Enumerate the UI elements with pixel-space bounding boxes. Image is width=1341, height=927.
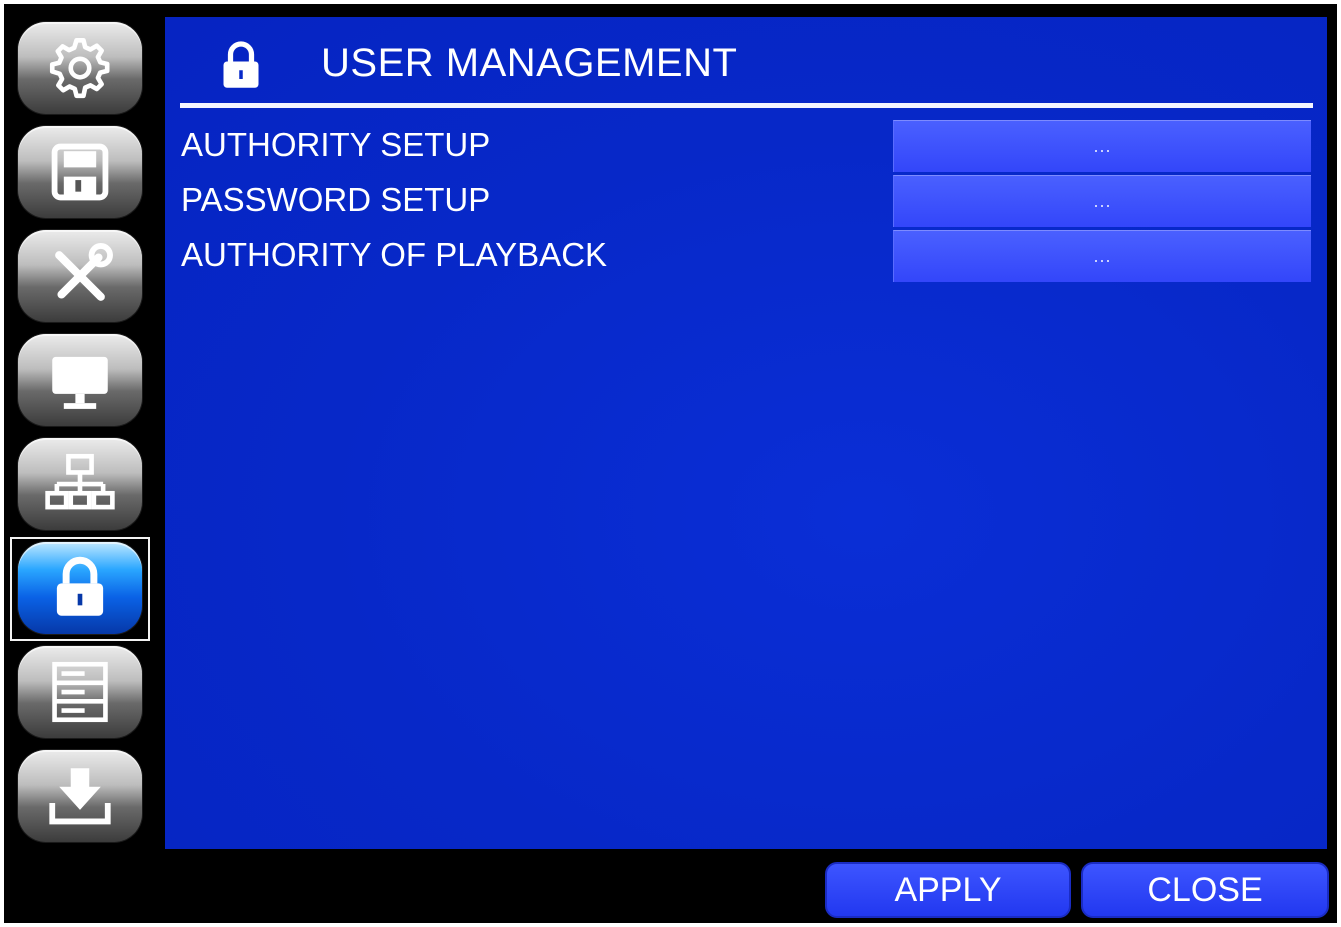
title-divider <box>180 103 1313 108</box>
apply-button[interactable]: APPLY <box>825 862 1071 918</box>
password-setup-label: PASSWORD SETUP <box>181 181 491 218</box>
tools-icon <box>55 243 113 301</box>
password-setup-button[interactable]: ... <box>893 175 1311 227</box>
network-icon <box>45 453 115 510</box>
sidebar-item-display[interactable] <box>18 334 142 426</box>
user-management-panel: USER MANAGEMENT AUTHORITY SETUP ... PASS… <box>165 17 1327 849</box>
sidebar-item-network[interactable] <box>18 438 142 530</box>
gear-icon <box>49 37 110 99</box>
lock-icon <box>223 41 259 88</box>
download-icon <box>49 768 111 825</box>
monitor-icon <box>52 356 108 409</box>
list-panel-icon <box>52 661 108 723</box>
dvr-setup-screen: USER MANAGEMENT AUTHORITY SETUP ... PASS… <box>4 4 1337 923</box>
close-button[interactable]: CLOSE <box>1081 862 1329 918</box>
authority-of-playback-button[interactable]: ... <box>893 230 1311 282</box>
page-title: USER MANAGEMENT <box>321 41 738 85</box>
floppy-disk-icon <box>51 143 109 201</box>
sidebar-item-user-management[interactable] <box>18 542 142 634</box>
sidebar-item-download[interactable] <box>18 750 142 842</box>
lock-icon <box>56 556 104 616</box>
authority-setup-label: AUTHORITY SETUP <box>181 126 491 163</box>
sidebar-item-tools[interactable] <box>18 230 142 322</box>
sidebar <box>4 4 164 923</box>
sidebar-item-system-info[interactable] <box>18 646 142 738</box>
authority-setup-button[interactable]: ... <box>893 120 1311 172</box>
authority-of-playback-label: AUTHORITY OF PLAYBACK <box>181 236 608 273</box>
sidebar-item-settings[interactable] <box>18 22 142 114</box>
sidebar-item-storage[interactable] <box>18 126 142 218</box>
